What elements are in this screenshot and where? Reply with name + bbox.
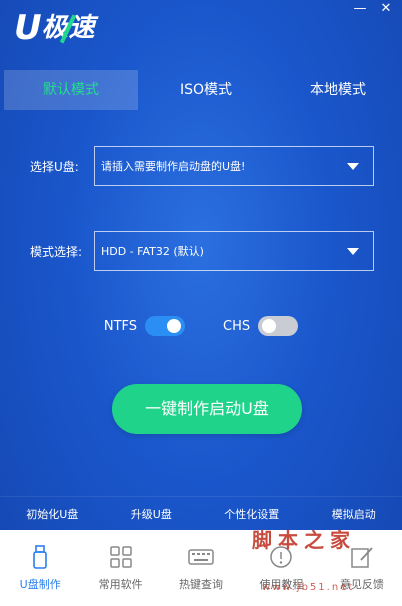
close-button[interactable]: ✕	[378, 2, 394, 16]
chevron-down-icon	[347, 162, 359, 170]
minimize-button[interactable]: —	[352, 2, 368, 16]
app-window: U 极速 — ✕ 默认模式 ISO模式 本地模式 选择U盘: 请插入需要制作启动…	[0, 0, 402, 606]
usb-drive-icon	[33, 545, 48, 569]
tab-local-mode[interactable]: 本地模式	[274, 70, 402, 110]
chevron-down-icon	[347, 247, 359, 255]
keyboard-icon	[188, 549, 214, 565]
format-toggles: NTFS CHS	[0, 316, 402, 336]
ntfs-toggle-group: NTFS	[103, 316, 186, 336]
ntfs-switch[interactable]	[145, 316, 186, 336]
chs-switch[interactable]	[258, 316, 299, 336]
switch-knob	[167, 319, 182, 333]
nav-common-software[interactable]: 常用软件	[80, 530, 160, 606]
nav-label: 常用软件	[98, 578, 143, 591]
ntfs-label: NTFS	[103, 318, 138, 334]
tab-iso-mode[interactable]: ISO模式	[138, 70, 274, 110]
upgrade-usb-link[interactable]: 升级U盘	[131, 506, 172, 522]
usb-select-row: 选择U盘: 请插入需要制作启动盘的U盘!	[30, 146, 374, 186]
make-boot-usb-button[interactable]: 一键制作启动U盘	[112, 384, 302, 434]
apps-grid-icon	[109, 546, 132, 568]
nav-label: U盘制作	[19, 578, 61, 591]
tab-default-mode[interactable]: 默认模式	[4, 70, 138, 110]
watermark: 脚本之家	[252, 528, 356, 552]
usb-select[interactable]: 请插入需要制作启动盘的U盘!	[94, 146, 374, 186]
mode-select-row: 模式选择: HDD - FAT32 (默认)	[30, 231, 374, 271]
logo-u: U	[14, 8, 42, 48]
init-usb-link[interactable]: 初始化U盘	[26, 506, 78, 522]
chs-label: CHS	[223, 318, 251, 334]
simulate-boot-link[interactable]: 模拟启动	[332, 506, 376, 522]
mode-select-value: HDD - FAT32 (默认)	[101, 245, 204, 258]
app-logo: U 极速	[14, 8, 96, 48]
mode-select-label: 模式选择:	[30, 244, 83, 259]
nav-label: 热键查询	[179, 578, 224, 591]
watermark-url: www.jb51.net	[262, 582, 355, 593]
chs-toggle-group: CHS	[223, 316, 299, 336]
usb-select-value: 请插入需要制作启动盘的U盘!	[101, 160, 246, 173]
mode-tabs: 默认模式 ISO模式 本地模式	[0, 70, 402, 110]
window-controls: — ✕	[352, 2, 394, 16]
nav-hotkey-query[interactable]: 热键查询	[161, 530, 241, 606]
mode-select[interactable]: HDD - FAT32 (默认)	[94, 231, 374, 271]
personalize-link[interactable]: 个性化设置	[224, 506, 279, 522]
switch-knob	[262, 319, 277, 333]
usb-select-label: 选择U盘:	[30, 159, 79, 174]
nav-usb-make[interactable]: U盘制作	[0, 530, 80, 606]
